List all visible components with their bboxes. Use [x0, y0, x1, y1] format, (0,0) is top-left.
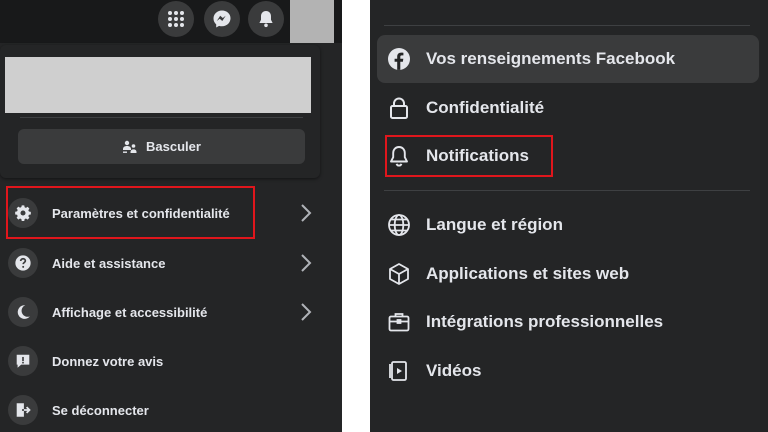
redacted-area [290, 0, 334, 43]
settings-item-label: Confidentialité [426, 98, 545, 117]
settings-item-label: Vidéos [426, 361, 482, 380]
messenger-icon[interactable] [204, 1, 240, 37]
menu-item-give-feedback[interactable]: Donnez votre avis [0, 340, 330, 382]
top-bar [0, 0, 342, 43]
question-icon [8, 248, 38, 278]
chevron-right-icon [301, 303, 312, 321]
settings-item-privacy[interactable]: Confidentialité [377, 84, 759, 132]
feedback-icon [8, 346, 38, 376]
settings-item-label: Vos renseignements Facebook [426, 49, 676, 68]
redacted-profile[interactable] [5, 57, 311, 113]
logout-icon [8, 395, 38, 425]
menu-item-label: Affichage et accessibilité [52, 304, 208, 320]
globe-icon [386, 212, 412, 238]
lock-icon [386, 95, 412, 121]
settings-item-business-integrations[interactable]: Intégrations professionnelles [377, 298, 759, 346]
highlight-box [385, 135, 553, 177]
menu-item-label: Aide et assistance [52, 255, 166, 271]
settings-menu-panel: Vos renseignements Facebook Confidential… [370, 0, 768, 432]
settings-item-apps-websites[interactable]: Applications et sites web [377, 250, 759, 298]
highlight-box [6, 186, 255, 239]
chevron-right-icon [301, 254, 312, 272]
video-icon [386, 358, 412, 384]
settings-item-videos[interactable]: Vidéos [377, 347, 759, 395]
menu-item-label: Donnez votre avis [52, 353, 164, 369]
menu-item-display-accessibility[interactable]: Affichage et accessibilité [0, 291, 330, 333]
menu-grid-icon[interactable] [158, 1, 194, 37]
divider [384, 190, 750, 191]
menu-item-logout[interactable]: Se déconnecter [0, 389, 330, 431]
settings-item-your-facebook-info[interactable]: Vos renseignements Facebook [377, 35, 759, 83]
profile-card: Basculer [0, 45, 320, 178]
switch-profile-button[interactable]: Basculer [18, 129, 305, 164]
briefcase-icon [386, 309, 412, 335]
settings-item-language-region[interactable]: Langue et région [377, 201, 759, 249]
bell-icon[interactable] [248, 1, 284, 37]
separator [342, 0, 370, 432]
divider [384, 25, 750, 26]
divider [20, 117, 303, 118]
facebook-logo-icon [386, 46, 412, 72]
account-menu-panel: Basculer Paramètres et confidentialité A… [0, 0, 342, 432]
menu-item-label: Se déconnecter [52, 402, 149, 418]
settings-item-label: Intégrations professionnelles [426, 312, 664, 331]
switch-profile-icon [123, 140, 137, 153]
chevron-right-icon [301, 204, 312, 222]
cube-icon [386, 261, 412, 287]
switch-profile-label: Basculer [146, 139, 201, 154]
settings-item-label: Applications et sites web [426, 264, 630, 283]
menu-item-help-support[interactable]: Aide et assistance [0, 242, 330, 284]
settings-item-label: Langue et région [426, 215, 563, 234]
moon-icon [8, 297, 38, 327]
